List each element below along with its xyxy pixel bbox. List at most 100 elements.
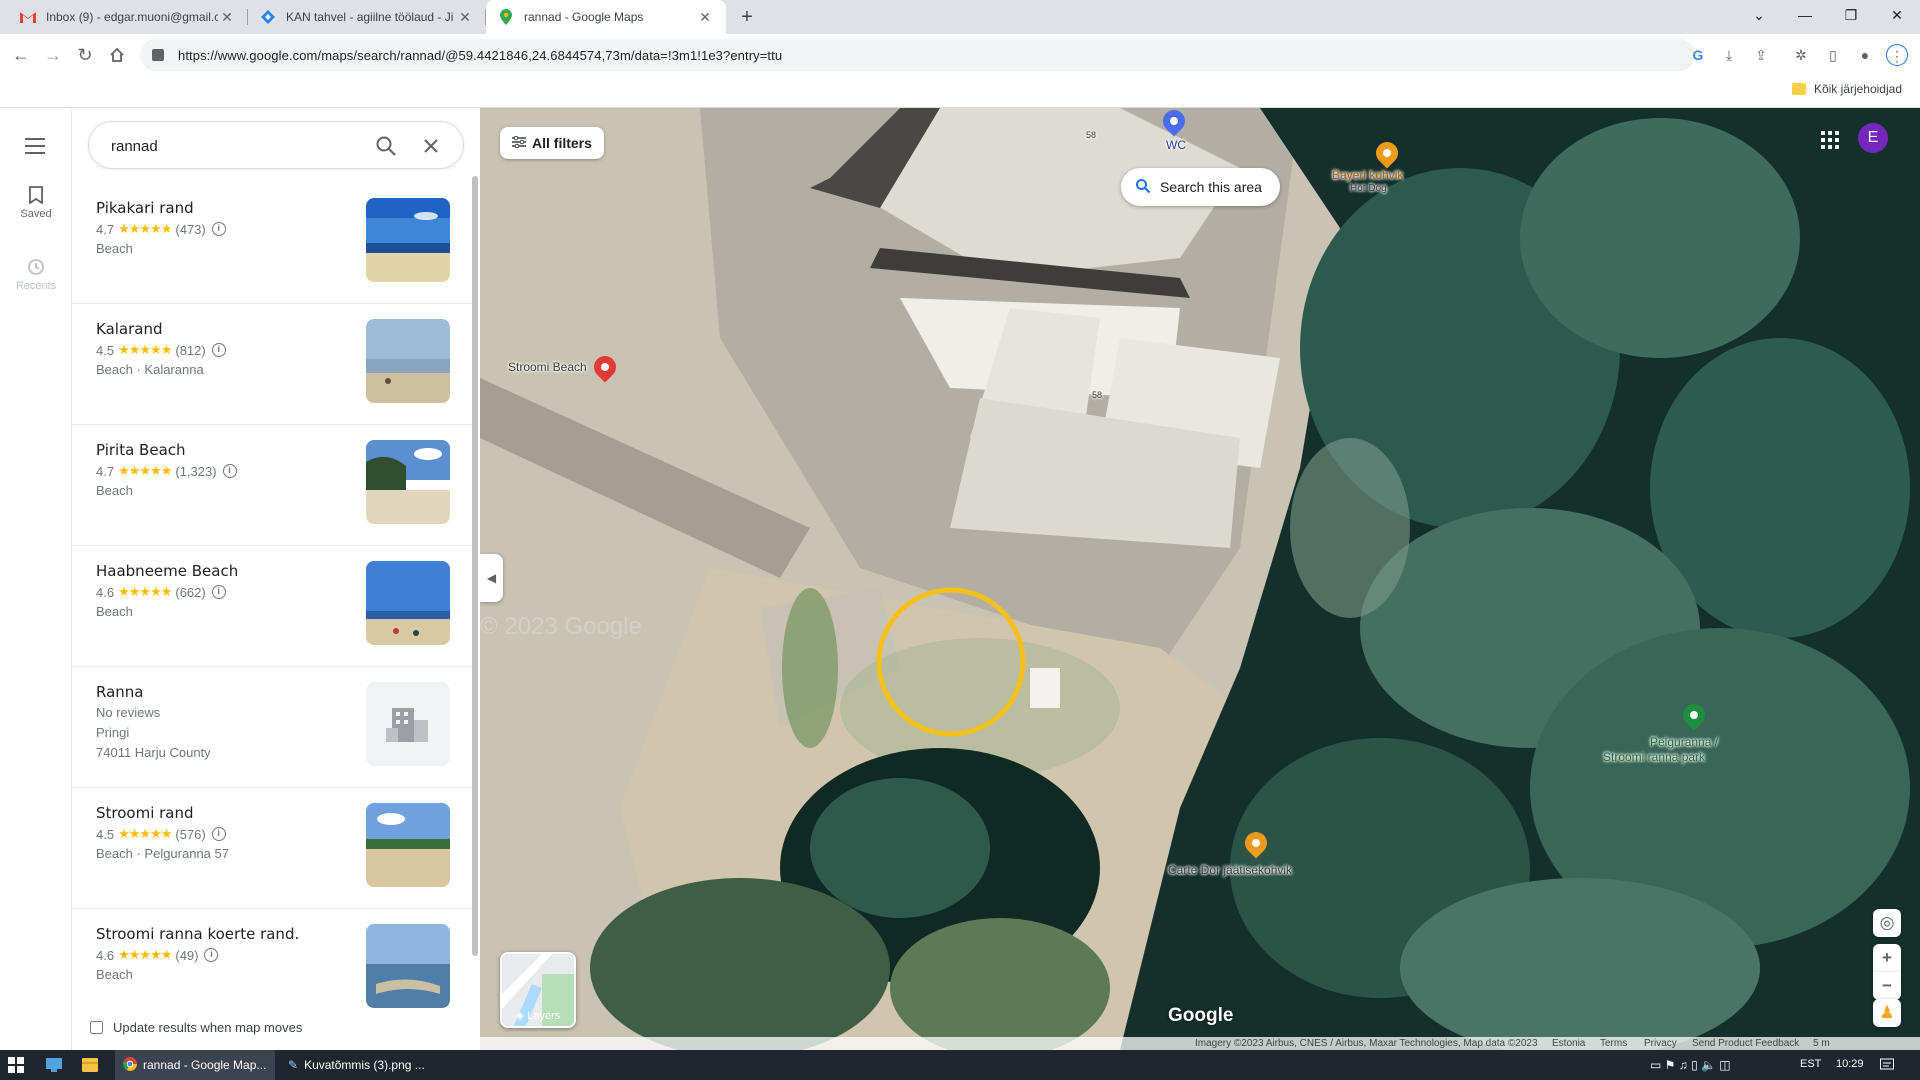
review-count: (576) (175, 826, 206, 842)
info-icon[interactable]: i (211, 343, 226, 357)
profile-icon[interactable]: ● (1854, 44, 1876, 66)
stars-icon: ★★★★★ (118, 947, 172, 962)
close-tab-icon[interactable]: ✕ (696, 9, 714, 26)
tab-maps[interactable]: rannad - Google Maps ✕ (486, 0, 726, 34)
terms-link[interactable]: Terms (1600, 1038, 1627, 1049)
info-icon[interactable]: i (211, 827, 226, 841)
building-placeholder-icon[interactable] (366, 682, 450, 766)
browser-toolbar: ← → ↻ https://www.google.com/maps/search… (0, 34, 1920, 76)
result-item[interactable]: Pirita Beach 4.7 ★★★★★ (1,323) i Beach (72, 425, 472, 546)
tab-search-icon[interactable]: ⌄ (1736, 0, 1782, 30)
new-tab-button[interactable]: + (733, 4, 761, 30)
my-location-icon[interactable]: ◎ (1873, 909, 1901, 937)
result-photo[interactable] (366, 319, 450, 403)
result-photo[interactable] (366, 803, 450, 887)
forward-arrow-icon[interactable]: → (40, 42, 66, 68)
layers-button[interactable]: ◈ Layers (500, 952, 576, 1028)
gmail-icon (20, 9, 36, 25)
results-scrollbar[interactable] (472, 176, 478, 956)
taskbar-image-item[interactable]: ✎ Kuvatõmmis (3).png ... (280, 1050, 440, 1080)
close-tab-icon[interactable]: ✕ (456, 9, 474, 26)
rating-value: 4.6 (96, 947, 115, 963)
lock-icon (152, 49, 164, 61)
clear-search-icon[interactable] (419, 134, 443, 158)
all-filters-button[interactable]: All filters (500, 127, 604, 159)
windows-start-icon[interactable] (8, 1050, 24, 1080)
result-item[interactable]: Ranna No reviews Pringi 74011 Harju Coun… (72, 667, 472, 788)
reload-icon[interactable]: ↻ (72, 42, 98, 68)
input-language[interactable]: EST (1800, 1058, 1821, 1070)
carte-dor-label[interactable]: Carte Dor jäätisekohvik (1168, 863, 1292, 877)
maximize-button[interactable]: ❐ (1828, 0, 1874, 30)
pelguranna-label[interactable]: Pelguranna / (1650, 735, 1718, 749)
clock[interactable]: 10:29 (1836, 1058, 1864, 1070)
extensions-icon[interactable]: ✲ (1790, 44, 1812, 66)
close-window-button[interactable]: ✕ (1874, 0, 1920, 30)
tray-icons[interactable]: ▭ ⚑ ♫ ▯ 🔈 ◫ (1650, 1050, 1731, 1080)
privacy-link[interactable]: Privacy (1644, 1038, 1677, 1049)
home-icon[interactable] (104, 42, 130, 68)
account-avatar[interactable]: E (1858, 123, 1888, 153)
stroomi-beach-label[interactable]: Stroomi Beach (508, 360, 587, 374)
all-bookmarks-button[interactable]: Kõik järjehoidjad (1791, 82, 1902, 96)
tab-gmail[interactable]: Inbox (9) - edgar.muoni@gmail.c ✕ (8, 0, 248, 34)
zoom-out-button[interactable]: − (1873, 972, 1901, 1000)
result-name: Haabneeme Beach (96, 562, 239, 580)
result-photo[interactable] (366, 924, 450, 1008)
result-item[interactable]: Kalarand 4.5 ★★★★★ (812) i Beach · Kalar… (72, 304, 472, 425)
tab-jira[interactable]: KAN tahvel - agiilne töölaud - Ji ✕ (248, 0, 486, 34)
collapse-panel-button[interactable]: ◀ (480, 554, 503, 602)
scale-label[interactable]: 5 m (1813, 1038, 1830, 1049)
map-attribution-bar: Imagery ©2023 Airbus, CNES / Airbus, Max… (480, 1037, 1920, 1050)
menu-dots-icon[interactable]: ⋮ (1886, 44, 1908, 66)
google-apps-icon[interactable] (1820, 130, 1840, 150)
result-item[interactable]: Stroomi ranna koerte rand. 4.6 ★★★★★ (49… (72, 909, 472, 1015)
google-logo: Google (1168, 1005, 1234, 1026)
rating-value: 4.5 (96, 826, 115, 842)
review-count: (473) (175, 221, 206, 237)
result-item[interactable]: Pikakari rand 4.7 ★★★★★ (473) i Beach (72, 183, 472, 304)
search-box (88, 121, 464, 169)
taskbar-chrome-item[interactable]: rannad - Google Map... (115, 1050, 275, 1080)
pelguranna-label-2[interactable]: Stroomi ranna park (1603, 750, 1705, 764)
saved-button[interactable]: Saved (0, 186, 72, 220)
file-explorer-icon[interactable] (82, 1050, 98, 1080)
result-photo[interactable] (366, 561, 450, 645)
notification-icon[interactable] (1880, 1050, 1894, 1080)
info-icon[interactable]: i (211, 585, 226, 599)
zoom-in-button[interactable]: + (1873, 944, 1901, 972)
tab-title: Inbox (9) - edgar.muoni@gmail.c (46, 10, 218, 24)
bayeri-label[interactable]: Bayeri kohvik (1332, 168, 1403, 182)
search-icon[interactable] (374, 134, 398, 158)
info-icon[interactable]: i (222, 464, 237, 478)
result-photo[interactable] (366, 440, 450, 524)
side-panel-icon[interactable]: ▯ (1822, 44, 1844, 66)
search-input[interactable] (111, 134, 341, 158)
recents-button[interactable]: Recents (0, 258, 72, 292)
desktop-app-icon[interactable] (46, 1050, 62, 1080)
share-icon[interactable]: ⇪ (1750, 44, 1772, 66)
info-icon[interactable]: i (211, 222, 226, 236)
result-item[interactable]: Haabneeme Beach 4.6 ★★★★★ (662) i Beach (72, 546, 472, 667)
install-app-icon[interactable]: ⤓ (1718, 44, 1740, 66)
search-this-area-button[interactable]: Search this area (1121, 168, 1280, 206)
country-label[interactable]: Estonia (1552, 1038, 1585, 1049)
feedback-link[interactable]: Send Product Feedback (1692, 1038, 1799, 1049)
result-item[interactable]: Stroomi rand 4.5 ★★★★★ (576) i Beach · P… (72, 788, 472, 909)
rating-value: 4.7 (96, 463, 115, 479)
pegman-icon[interactable]: ♟ (1873, 999, 1901, 1027)
update-results-checkbox[interactable] (90, 1021, 103, 1034)
update-results-toggle[interactable]: Update results when map moves (90, 1020, 302, 1035)
minimize-button[interactable]: — (1782, 0, 1828, 30)
satellite-map[interactable]: © 2023 Google WC Bayeri kohvik Hot Dog S… (480, 108, 1920, 1050)
wc-label[interactable]: WC (1166, 138, 1186, 152)
back-arrow-icon[interactable]: ← (8, 42, 34, 68)
review-count: (49) (175, 947, 199, 963)
result-photo[interactable] (366, 198, 450, 282)
menu-hamburger-icon[interactable] (25, 138, 45, 159)
url-text: https://www.google.com/maps/search/ranna… (178, 47, 783, 63)
google-lens-icon[interactable]: G (1687, 44, 1709, 66)
address-bar[interactable]: https://www.google.com/maps/search/ranna… (140, 39, 1695, 71)
info-icon[interactable]: i (204, 948, 219, 962)
close-tab-icon[interactable]: ✕ (218, 9, 236, 26)
